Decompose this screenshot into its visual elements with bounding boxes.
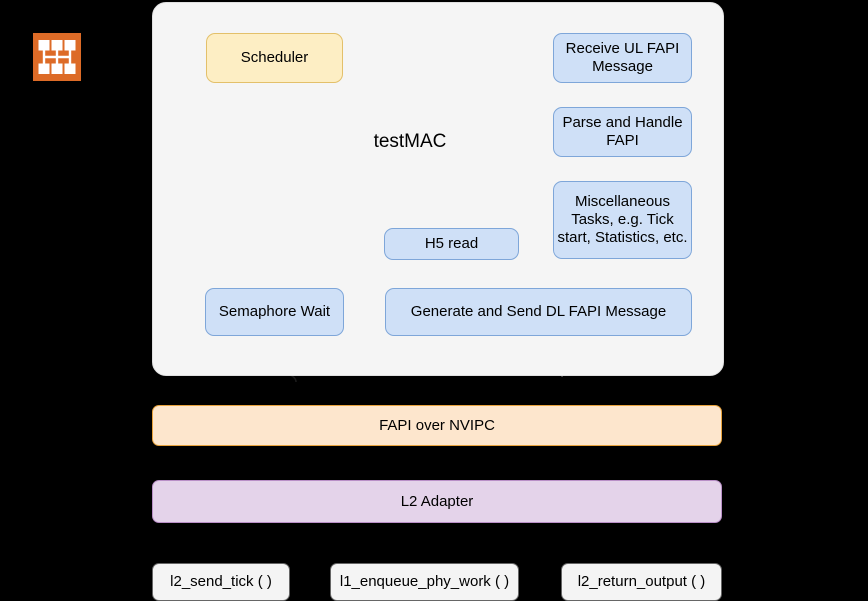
node-parse-and-handle-fapi[interactable]: Parse and Handle FAPI [553,107,692,157]
node-l1-enqueue-phy-work[interactable]: l1_enqueue_phy_work ( ) [330,563,519,601]
node-semaphore-wait[interactable]: Semaphore Wait [205,288,344,336]
node-l2-send-tick[interactable]: l2_send_tick ( ) [152,563,290,601]
node-scheduler[interactable]: Scheduler [206,33,343,83]
node-l2-return-output[interactable]: l2_return_output ( ) [561,563,722,601]
node-fapi-over-nvipc[interactable]: FAPI over NVIPC [152,405,722,446]
node-receive-ul-fapi-message[interactable]: Receive UL FAPI Message [553,33,692,83]
node-l2-adapter[interactable]: L2 Adapter [152,480,722,523]
node-miscellaneous-tasks[interactable]: Miscellaneous Tasks, e.g. Tick start, St… [553,181,692,259]
node-generate-and-send-dl-fapi-message[interactable]: Generate and Send DL FAPI Message [385,288,692,336]
network-topology-icon [33,33,81,81]
node-h5-read[interactable]: H5 read [384,228,519,260]
testmac-title: testMAC [373,131,447,152]
